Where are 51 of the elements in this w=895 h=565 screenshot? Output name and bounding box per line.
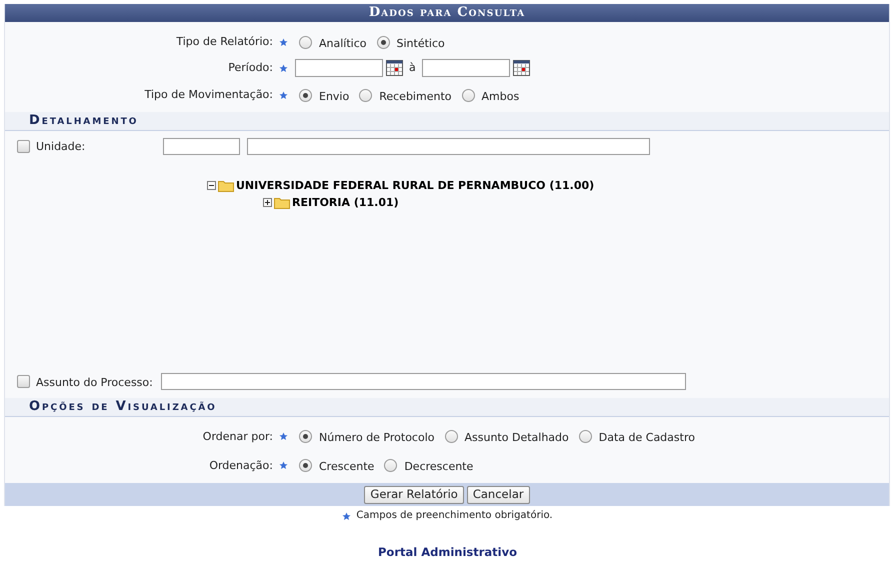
field-label: Ordenar por:	[202, 430, 273, 444]
radio-button[interactable]	[299, 88, 312, 102]
radio-label: Data de Cadastro	[598, 431, 695, 445]
radio-label: Assunto Detalhado	[464, 431, 569, 445]
footer-link[interactable]: Portal Administrativo	[378, 545, 517, 559]
radio-label: Crescente	[319, 460, 374, 474]
collapse-icon[interactable]	[207, 181, 216, 190]
field-label: Unidade:	[36, 140, 86, 154]
folder-icon	[218, 179, 234, 192]
radio-button[interactable]	[299, 36, 312, 48]
radio-label: Envio	[319, 90, 350, 104]
radio-label: Decrescente	[404, 460, 474, 474]
required-star-icon	[342, 512, 352, 520]
subject-field[interactable]	[160, 372, 686, 390]
radio-button[interactable]	[299, 430, 312, 443]
radio-label: Recebimento	[379, 90, 452, 104]
field-label: Assunto do Processo:	[36, 376, 153, 390]
checkbox[interactable]	[17, 374, 30, 388]
date-separator: à	[409, 61, 416, 75]
checkbox[interactable]	[17, 140, 30, 152]
field-label: Tipo de Relatório:	[176, 35, 273, 49]
unit-code-field[interactable]	[163, 138, 240, 154]
tree-item[interactable]: REITORIA (11.01)	[292, 196, 399, 210]
radio-button[interactable]	[359, 88, 372, 102]
radio-label: Sintético	[396, 36, 445, 50]
radio-button[interactable]	[578, 430, 592, 443]
radio-button[interactable]	[299, 459, 312, 472]
field-label: Ordenação:	[209, 458, 273, 472]
radio-button[interactable]	[444, 430, 458, 443]
folder-icon	[274, 196, 290, 209]
radio-button[interactable]	[376, 36, 390, 48]
field-label: Período:	[228, 61, 273, 75]
tree-item[interactable]: UNIVERSIDADE FEDERAL RURAL DE PERNAMBUCO (11.00)	[236, 178, 594, 192]
radio-label: Analítico	[319, 36, 366, 50]
radio-label: Número de Protocolo	[319, 431, 434, 445]
unit-name-field[interactable]	[247, 138, 650, 154]
field-label: Tipo de Movimentação:	[144, 88, 273, 102]
expand-icon[interactable]	[263, 198, 272, 207]
required-note: Campos de preenchimento obrigatório.	[356, 509, 553, 523]
end-date-field[interactable]	[422, 59, 510, 77]
radio-button[interactable]	[462, 88, 474, 102]
start-date-field[interactable]	[295, 59, 383, 77]
generate-report-button[interactable]: Gerar Relatório	[364, 486, 464, 504]
radio-button[interactable]	[384, 459, 398, 472]
cancel-button[interactable]: Cancelar	[466, 486, 530, 504]
calendar-icon[interactable]	[512, 60, 530, 76]
section-title: Opções de Visualização	[29, 400, 217, 414]
section-title: Detalhamento	[29, 114, 138, 128]
calendar-icon[interactable]	[386, 60, 403, 76]
radio-label: Ambos	[482, 90, 520, 104]
form-title: Dados para Consulta	[368, 6, 526, 20]
